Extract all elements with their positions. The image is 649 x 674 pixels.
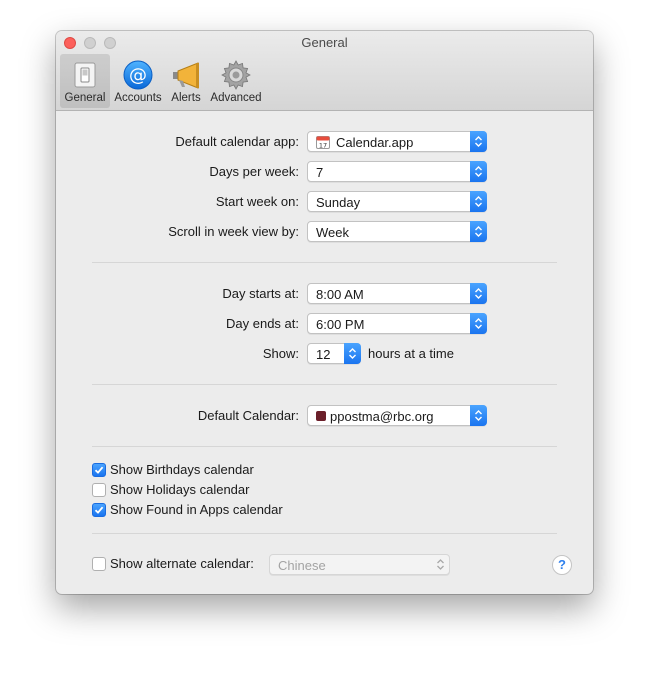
show-hours-popup[interactable]: 12 <box>307 343 361 364</box>
chevron-updown-icon <box>437 559 444 570</box>
show-found-in-apps-checkbox[interactable] <box>92 503 106 517</box>
svg-text:@: @ <box>129 65 147 86</box>
popup-arrows-icon <box>344 343 361 364</box>
tab-general[interactable]: General <box>60 54 110 108</box>
days-per-week-label: Days per week: <box>209 164 299 179</box>
show-birthdays-checkbox[interactable] <box>92 463 106 477</box>
alternate-calendar-value: Chinese <box>278 558 326 573</box>
alternate-calendar-label: Show alternate calendar: <box>110 556 254 571</box>
scroll-week-popup[interactable]: Week <box>307 221 487 242</box>
tab-alerts[interactable]: Alerts <box>166 54 206 108</box>
show-found-in-apps-label: Show Found in Apps calendar <box>110 502 283 517</box>
popup-arrows-icon <box>470 161 487 182</box>
show-hours-suffix: hours at a time <box>368 346 454 361</box>
separator <box>92 533 557 534</box>
separator <box>92 384 557 385</box>
start-week-label: Start week on: <box>215 194 299 209</box>
days-per-week-value: 7 <box>316 165 324 180</box>
day-starts-popup[interactable]: 8:00 AM <box>307 283 487 304</box>
default-app-popup[interactable]: 17 Calendar.app <box>307 131 487 152</box>
switch-icon <box>74 62 96 88</box>
start-week-popup[interactable]: Sunday <box>307 191 487 212</box>
popup-arrows-icon <box>470 313 487 334</box>
day-starts-value: 8:00 AM <box>316 287 364 302</box>
scroll-week-value: Week <box>316 225 349 240</box>
tab-general-label: General <box>64 92 106 104</box>
day-starts-label: Day starts at: <box>222 286 299 301</box>
svg-text:17: 17 <box>319 141 327 149</box>
megaphone-icon <box>173 62 199 89</box>
gear-icon <box>221 60 251 90</box>
checkmark-icon <box>94 466 104 474</box>
day-ends-popup[interactable]: 6:00 PM <box>307 313 487 334</box>
show-holidays-checkbox[interactable] <box>92 483 106 497</box>
default-calendar-label: Default Calendar: <box>197 408 299 423</box>
show-holidays-label: Show Holidays calendar <box>110 482 250 497</box>
popup-arrows-icon <box>470 405 487 426</box>
tab-accounts-label: Accounts <box>114 92 162 104</box>
help-button[interactable]: ? <box>552 555 572 575</box>
days-per-week-popup[interactable]: 7 <box>307 161 487 182</box>
window-title: General <box>301 35 348 50</box>
start-week-value: Sunday <box>316 195 361 210</box>
day-ends-value: 6:00 PM <box>316 317 365 332</box>
default-app-label: Default calendar app: <box>175 134 299 149</box>
separator <box>92 262 557 263</box>
general-pane: Default calendar app: 17 Calendar.app Da… <box>56 111 593 594</box>
popup-arrows-icon <box>470 191 487 212</box>
popup-arrows-icon <box>470 283 487 304</box>
tab-accounts[interactable]: @ Accounts <box>111 54 165 108</box>
alternate-calendar-checkbox[interactable] <box>92 557 106 571</box>
calendar-app-icon: 17 <box>316 136 330 149</box>
default-app-value: Calendar.app <box>336 135 414 150</box>
popup-arrows-icon <box>470 221 487 242</box>
preferences-window: General General @ Accounts Alerts Advanc… <box>56 31 593 594</box>
scroll-week-label: Scroll in week view by: <box>168 224 299 239</box>
calendar-color-swatch <box>316 411 326 421</box>
separator <box>92 446 557 447</box>
tab-alerts-label: Alerts <box>171 92 201 104</box>
checkmark-icon <box>94 506 104 514</box>
show-hours-label: Show: <box>262 346 299 361</box>
default-calendar-popup[interactable]: ppostma@rbc.org <box>307 405 487 426</box>
show-hours-value: 12 <box>316 347 331 362</box>
at-sign-icon: @ <box>123 60 153 90</box>
day-ends-label: Day ends at: <box>226 316 299 331</box>
show-birthdays-label: Show Birthdays calendar <box>110 462 254 477</box>
popup-arrows-icon <box>470 131 487 152</box>
alternate-calendar-popup[interactable]: Chinese <box>269 554 450 575</box>
titlebar: General General @ Accounts Alerts Advanc… <box>56 31 593 111</box>
tab-advanced-label: Advanced <box>210 92 262 104</box>
tab-advanced[interactable]: Advanced <box>207 54 265 108</box>
default-calendar-value: ppostma@rbc.org <box>330 409 434 424</box>
